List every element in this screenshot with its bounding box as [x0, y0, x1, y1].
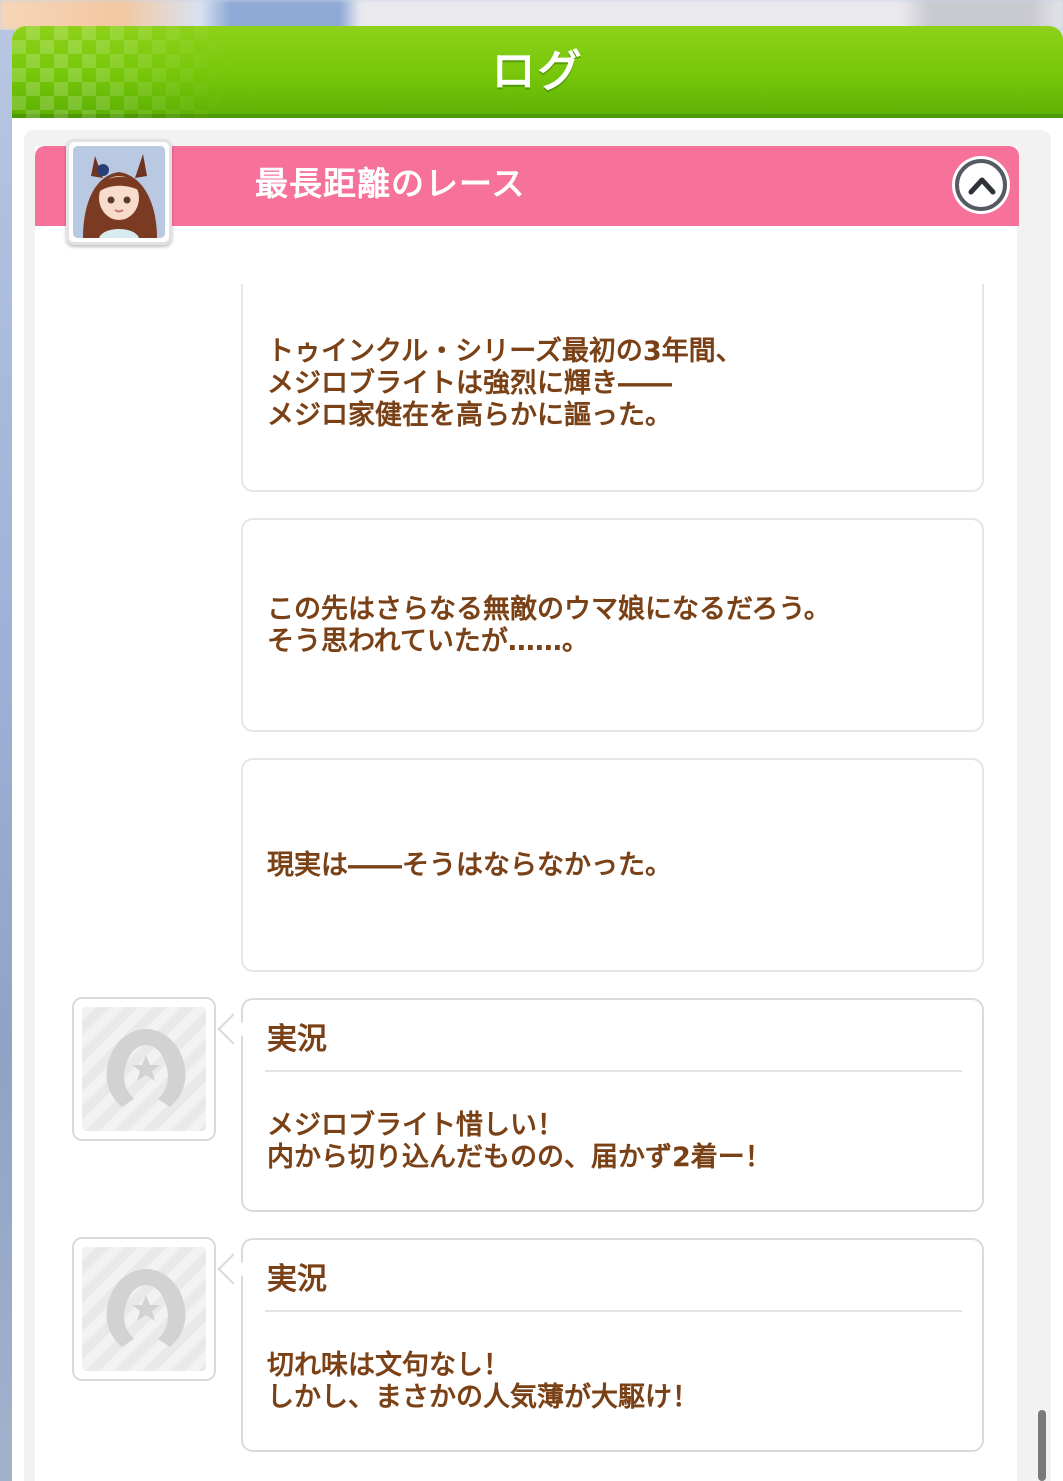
scrollbar-thumb[interactable]	[1038, 1410, 1046, 1481]
character-avatar	[66, 139, 172, 245]
character-portrait	[73, 146, 165, 238]
narration-message: トゥインクル・シリーズ最初の3年間、 メジロブライトは強烈に輝き―― メジロ家健…	[241, 284, 984, 492]
speaker-text: 切れ味は文句なし！ しかし、まさかの人気薄が大駆け！	[267, 1350, 699, 1413]
collapse-button[interactable]	[955, 159, 1007, 211]
speaker-text: メジロブライト惜しい！ 内から切り込んだものの、届かず2着ー！	[267, 1110, 772, 1173]
horseshoe-icon	[106, 1269, 186, 1347]
speaker-avatar	[72, 1237, 216, 1381]
narration-text: この先はさらなる無敵のウマ娘になるだろう。 そう思われていたが……。	[267, 594, 831, 657]
speaker-name: 実況	[267, 1262, 327, 1297]
speaker-message: 実況 切れ味は文句なし！ しかし、まさかの人気薄が大駆け！	[241, 1238, 984, 1452]
divider	[265, 1310, 962, 1312]
divider	[265, 1070, 962, 1072]
chapter-header[interactable]: 最長距離のレース	[35, 146, 1019, 226]
speaker-avatar	[72, 997, 216, 1141]
narration-message: 現実は――そうはならなかった。	[241, 758, 984, 972]
speaker-name: 実況	[267, 1022, 327, 1057]
horseshoe-icon	[106, 1029, 186, 1107]
chevron-up-icon	[968, 177, 996, 195]
dialog-title: ログ	[491, 46, 584, 97]
narration-message: この先はさらなる無敵のウマ娘になるだろう。 そう思われていたが……。	[241, 518, 984, 732]
speaker-message: 実況 メジロブライト惜しい！ 内から切り込んだものの、届かず2着ー！	[241, 998, 984, 1212]
dialog-header: ログ	[12, 26, 1063, 118]
chapter-title: 最長距離のレース	[255, 164, 526, 203]
narration-text: 現実は――そうはならなかった。	[267, 850, 672, 881]
narration-text: トゥインクル・シリーズ最初の3年間、 メジロブライトは強烈に輝き―― メジロ家健…	[267, 336, 743, 431]
